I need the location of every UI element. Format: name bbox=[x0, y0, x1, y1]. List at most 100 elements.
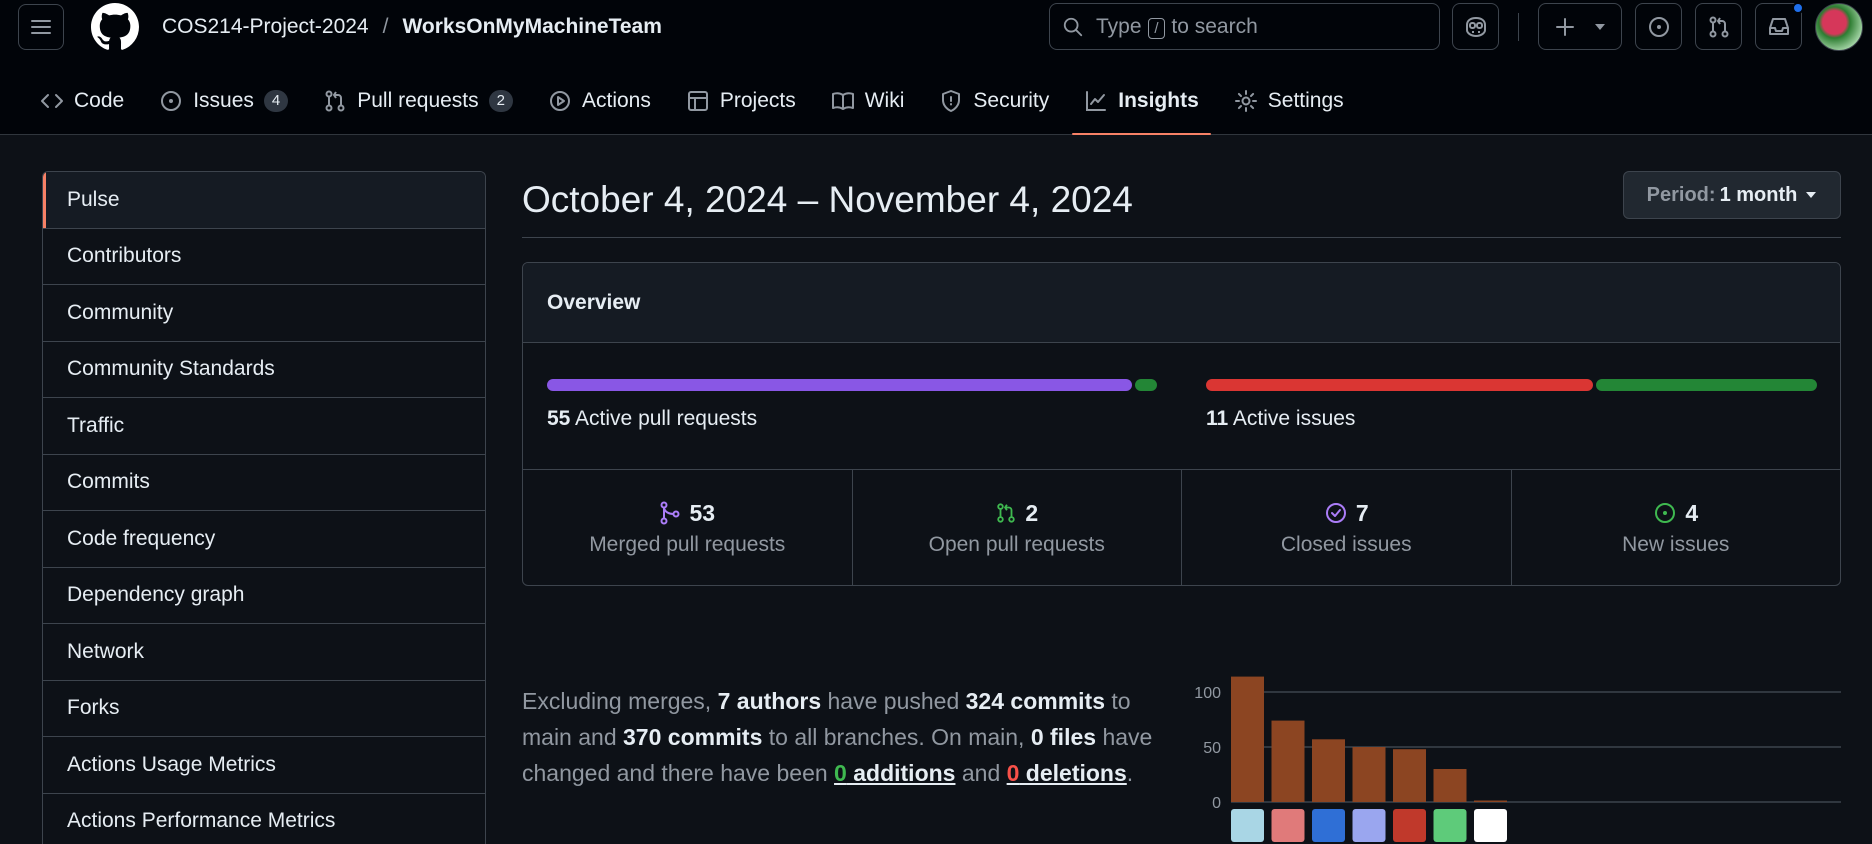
tab-code[interactable]: Code bbox=[28, 80, 136, 121]
sidebar-item-traffic[interactable]: Traffic bbox=[43, 398, 485, 455]
stat-open-pull-requests[interactable]: 2 Open pull requests bbox=[853, 470, 1182, 585]
author-avatar[interactable] bbox=[1231, 809, 1264, 842]
tab-pull-requests[interactable]: Pull requests 2 bbox=[311, 80, 525, 121]
sidebar-item-commits[interactable]: Commits bbox=[43, 454, 485, 511]
tab-label: Issues bbox=[193, 88, 254, 112]
tab-actions[interactable]: Actions bbox=[536, 80, 663, 121]
period-value: 1 month bbox=[1719, 183, 1798, 206]
search-input[interactable]: Type / to search bbox=[1049, 3, 1440, 50]
summary-text: to all branches. On main, bbox=[762, 724, 1031, 750]
sidebar-item-community-standards[interactable]: Community Standards bbox=[43, 341, 485, 398]
period-select-button[interactable]: Period: 1 month bbox=[1623, 171, 1841, 219]
git-merge-icon bbox=[660, 501, 680, 525]
copilot-button[interactable] bbox=[1452, 3, 1499, 50]
search-icon bbox=[1063, 17, 1083, 36]
breadcrumb-separator: / bbox=[382, 15, 389, 38]
git-pull-request-icon bbox=[1709, 16, 1728, 37]
tab-label: Wiki bbox=[864, 88, 905, 112]
merged-segment bbox=[547, 379, 1132, 391]
tab-label: Actions bbox=[582, 88, 651, 112]
tab-issues[interactable]: Issues 4 bbox=[147, 80, 300, 121]
org-link[interactable]: COS214-Project-2024 bbox=[162, 14, 369, 40]
sidebar-item-contributors[interactable]: Contributors bbox=[43, 228, 485, 285]
commits-by-author-chart: 0 50 100 bbox=[1180, 640, 1845, 844]
author-avatar[interactable] bbox=[1393, 809, 1426, 842]
active-pr-count: 55 bbox=[547, 407, 571, 430]
additions-link[interactable]: 0 additions bbox=[834, 760, 955, 786]
pull-requests-ratio-bar[interactable] bbox=[547, 379, 1157, 391]
shield-icon bbox=[942, 89, 961, 112]
closed-segment bbox=[1206, 379, 1593, 391]
issues-ratio-bar[interactable] bbox=[1206, 379, 1817, 391]
commit-bar bbox=[1352, 747, 1386, 802]
sidebar-item-forks[interactable]: Forks bbox=[43, 680, 485, 737]
deletions-link[interactable]: 0 deletions bbox=[1007, 760, 1127, 786]
active-issue-count: 11 bbox=[1206, 407, 1229, 430]
stat-label: Open pull requests bbox=[928, 532, 1105, 556]
inbox-icon bbox=[1768, 17, 1789, 35]
tab-settings[interactable]: Settings bbox=[1222, 80, 1356, 121]
active-issue-label: Active issues bbox=[1232, 407, 1356, 430]
github-logo-icon[interactable] bbox=[91, 3, 139, 51]
stat-value: 7 bbox=[1355, 499, 1369, 526]
stat-closed-issues[interactable]: 7 Closed issues bbox=[1182, 470, 1512, 585]
sidebar-item-network[interactable]: Network bbox=[43, 624, 485, 681]
overview-bars: 55 Active pull requests 11 Active issues bbox=[523, 343, 1840, 470]
play-icon bbox=[550, 90, 570, 111]
sidebar-item-community[interactable]: Community bbox=[43, 285, 485, 342]
graph-icon bbox=[1086, 90, 1107, 111]
hamburger-icon bbox=[31, 20, 51, 34]
tab-insights[interactable]: Insights bbox=[1072, 80, 1211, 135]
stat-label: Closed issues bbox=[1280, 532, 1412, 556]
tab-security[interactable]: Security bbox=[927, 80, 1061, 121]
sidebar-item-code-frequency[interactable]: Code frequency bbox=[43, 511, 485, 568]
top-header: COS214-Project-2024 / WorksOnMyMachineTe… bbox=[0, 0, 1872, 135]
stat-label: Merged pull requests bbox=[589, 532, 786, 556]
issue-opened-icon bbox=[1648, 16, 1669, 37]
tab-wiki[interactable]: Wiki bbox=[819, 80, 917, 121]
sidebar-item-actions-usage-metrics[interactable]: Actions Usage Metrics bbox=[43, 737, 485, 794]
book-icon bbox=[831, 91, 854, 110]
commit-bar bbox=[1433, 769, 1467, 802]
issues-counter: 4 bbox=[263, 89, 289, 112]
stat-merged-pull-requests[interactable]: 53 Merged pull requests bbox=[523, 470, 853, 585]
active-pull-requests-caption: 55 Active pull requests bbox=[547, 407, 757, 431]
additions-word: additions bbox=[846, 760, 956, 786]
notification-indicator bbox=[1792, 2, 1804, 14]
stat-new-issues[interactable]: 4 New issues bbox=[1512, 470, 1841, 585]
deletions-count: 0 bbox=[1006, 760, 1020, 786]
tab-projects[interactable]: Projects bbox=[674, 80, 808, 121]
overview-heading: Overview bbox=[523, 263, 1840, 343]
new-segment bbox=[1595, 379, 1817, 391]
sidebar-item-actions-performance-metrics[interactable]: Actions Performance Metrics bbox=[43, 793, 485, 844]
sidebar-item-pulse[interactable]: Pulse bbox=[43, 172, 485, 229]
your-issues-button[interactable] bbox=[1635, 3, 1682, 50]
tab-label: Settings bbox=[1267, 88, 1344, 112]
author-avatar[interactable] bbox=[1271, 809, 1305, 842]
stat-label: New issues bbox=[1622, 532, 1730, 556]
repo-link[interactable]: WorksOnMyMachineTeam bbox=[402, 14, 661, 40]
breadcrumb: COS214-Project-2024 / WorksOnMyMachineTe… bbox=[162, 14, 662, 40]
sidebar-item-dependency-graph[interactable]: Dependency graph bbox=[43, 567, 485, 624]
author-avatar[interactable] bbox=[1352, 809, 1386, 842]
plus-icon bbox=[1556, 17, 1574, 36]
summary-authors: 7 authors bbox=[717, 688, 822, 714]
active-pr-label: Active pull requests bbox=[575, 407, 758, 430]
tab-label: Pull requests bbox=[357, 88, 479, 112]
commit-bar bbox=[1312, 739, 1345, 802]
search-placeholder-prefix: Type bbox=[1096, 14, 1142, 38]
your-pull-requests-button[interactable] bbox=[1695, 3, 1742, 50]
author-avatar[interactable] bbox=[1474, 809, 1507, 842]
tab-label: Insights bbox=[1118, 88, 1199, 112]
y-tick-label: 100 bbox=[1194, 685, 1221, 702]
search-placeholder: Type / to search bbox=[1096, 15, 1258, 39]
hamburger-menu-button[interactable] bbox=[18, 4, 64, 50]
user-avatar[interactable] bbox=[1815, 3, 1863, 51]
summary-text: have pushed bbox=[821, 688, 966, 714]
author-avatar[interactable] bbox=[1433, 809, 1467, 842]
summary-commits-all: 370 commits bbox=[623, 724, 763, 750]
summary-files: 0 files bbox=[1030, 724, 1097, 750]
author-avatar[interactable] bbox=[1312, 809, 1345, 842]
search-placeholder-suffix: to search bbox=[1171, 14, 1258, 38]
create-new-button[interactable] bbox=[1538, 3, 1622, 50]
